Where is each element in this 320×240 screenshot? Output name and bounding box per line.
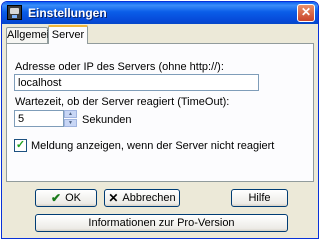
computer-icon (7, 5, 22, 20)
tab-server[interactable]: Server (48, 25, 88, 44)
ok-button-label: OK (65, 192, 81, 204)
server-tab-panel: Adresse oder IP des Servers (ohne http:/… (6, 43, 314, 182)
tab-allgemein[interactable]: Allgemein (6, 27, 55, 43)
timeout-label: Wartezeit, ob der Server reagiert (TimeO… (15, 96, 230, 108)
x-icon: ✕ (108, 191, 119, 205)
ok-button[interactable]: ✔ OK (35, 189, 97, 207)
cancel-button-label: Abbrechen (122, 192, 176, 204)
spinner-up-button[interactable]: ▲ (64, 110, 77, 118)
spinner-down-button[interactable]: ▼ (64, 119, 77, 127)
notify-checkbox[interactable]: ✓ (14, 139, 27, 152)
timeout-unit-label: Sekunden (82, 114, 132, 126)
timeout-spinner: ▲ ▼ (64, 110, 77, 127)
close-button[interactable]: ✕ (297, 4, 315, 22)
cancel-button[interactable]: ✕ Abbrechen (104, 189, 180, 207)
help-button-label: Hilfe (248, 192, 271, 204)
help-button[interactable]: Hilfe (231, 189, 288, 207)
settings-dialog: Einstellungen ✕ Allgemein Server Adresse… (1, 1, 319, 239)
checkmark-icon: ✔ (51, 191, 62, 205)
notify-checkbox-label[interactable]: Meldung anzeigen, wenn der Server nicht … (31, 140, 274, 152)
title-bar[interactable]: Einstellungen ✕ (2, 2, 318, 24)
address-label: Adresse oder IP des Servers (ohne http:/… (15, 61, 224, 73)
timeout-input[interactable] (14, 110, 64, 127)
address-input[interactable] (14, 74, 259, 91)
pro-info-button[interactable]: Informationen zur Pro-Version (35, 214, 288, 232)
window-title: Einstellungen (28, 6, 107, 20)
pro-info-button-label: Informationen zur Pro-Version (88, 217, 235, 229)
